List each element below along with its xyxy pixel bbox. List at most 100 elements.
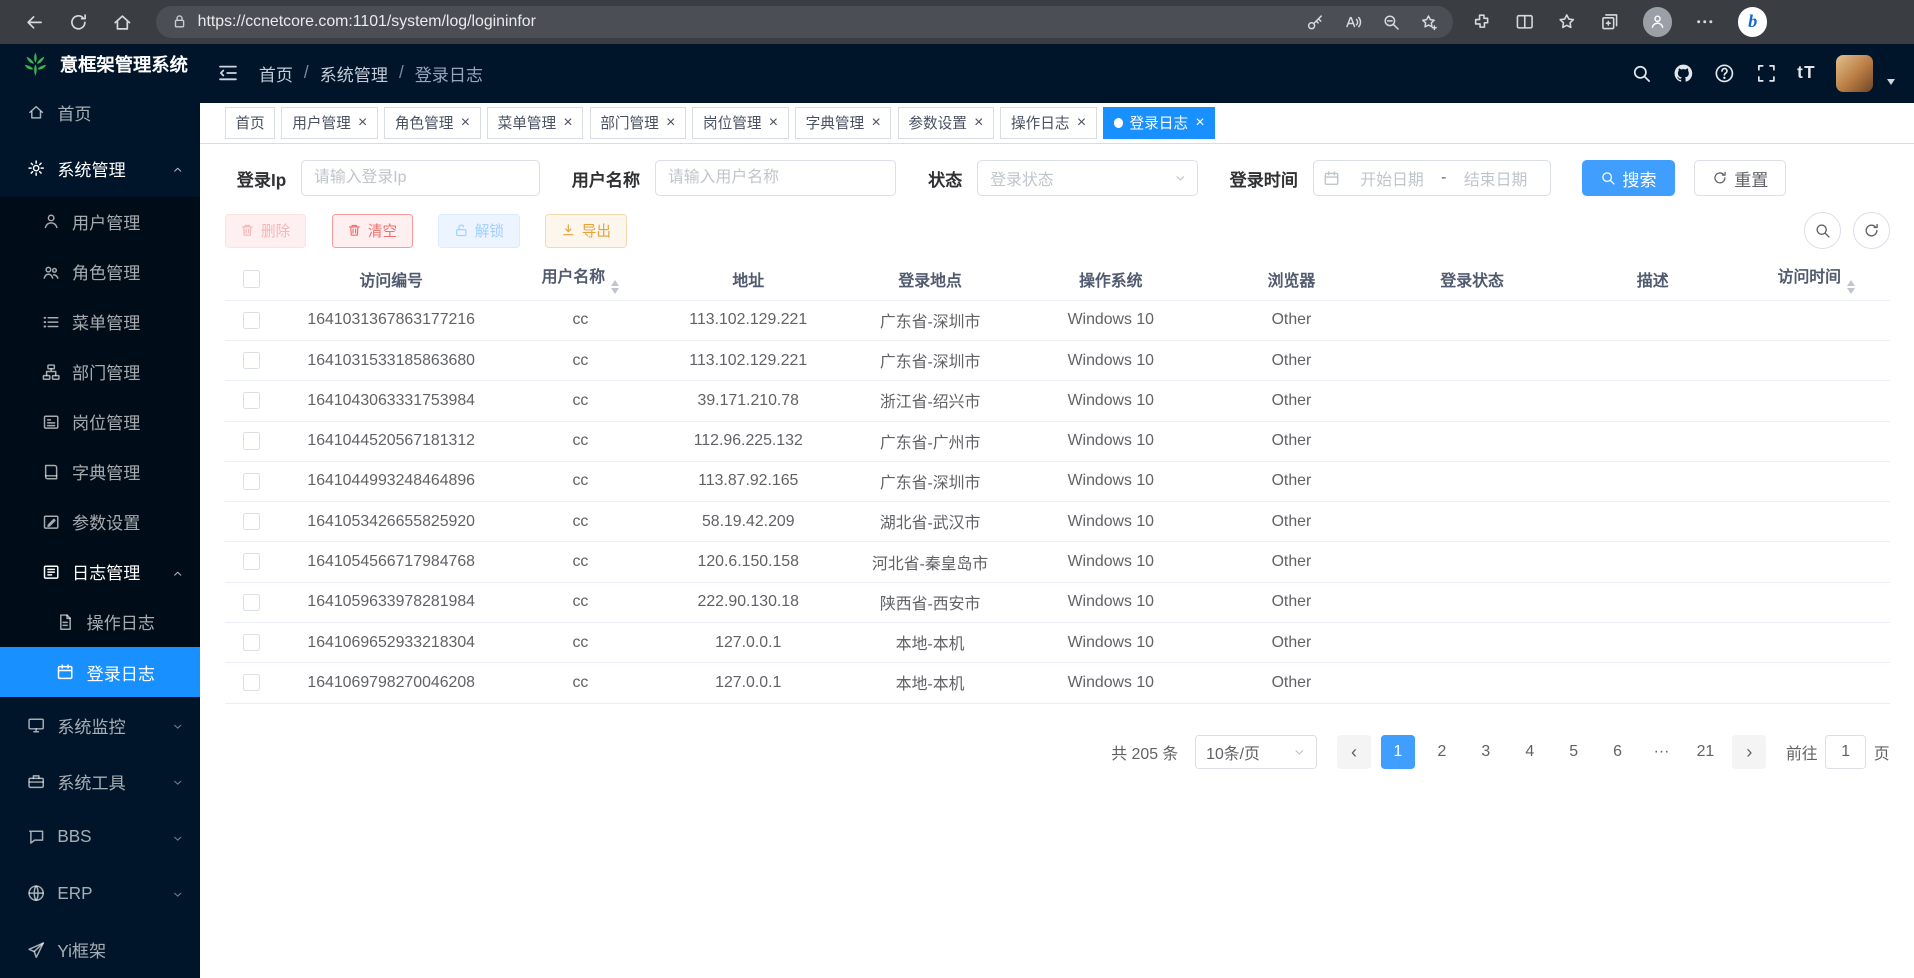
sidebar-item-operation-log[interactable]: 操作日志 <box>0 597 200 647</box>
more-icon[interactable] <box>1695 12 1715 32</box>
sidebar-item-erp[interactable]: ERP <box>0 865 200 921</box>
sidebar-item-dept-management[interactable]: 部门管理 <box>0 347 200 397</box>
unlock-button[interactable]: 解锁 <box>438 214 519 248</box>
close-icon[interactable]: × <box>666 115 675 131</box>
profile-button[interactable] <box>1643 7 1672 36</box>
prev-page-button[interactable]: ‹ <box>1337 735 1371 769</box>
split-screen-icon[interactable] <box>1515 12 1535 32</box>
address-bar[interactable]: https://ccnetcore.com:1101/system/log/lo… <box>156 6 1452 38</box>
tab-0[interactable]: 首页 <box>225 107 276 139</box>
bing-icon[interactable]: b <box>1738 7 1767 36</box>
tab-2[interactable]: 角色管理× <box>384 107 481 139</box>
zoom-out-icon[interactable] <box>1382 13 1400 31</box>
row-checkbox[interactable] <box>243 432 260 449</box>
row-checkbox[interactable] <box>243 392 260 409</box>
next-page-button[interactable]: › <box>1732 735 1766 769</box>
tab-5[interactable]: 岗位管理× <box>692 107 789 139</box>
add-favorite-icon[interactable] <box>1420 13 1438 31</box>
user-avatar[interactable] <box>1836 55 1873 92</box>
fullscreen-icon[interactable] <box>1756 63 1777 84</box>
refresh-table-button[interactable] <box>1853 212 1890 249</box>
page-5-button[interactable]: 5 <box>1557 735 1591 769</box>
read-aloud-icon[interactable] <box>1344 13 1362 31</box>
sidebar-item-role-management[interactable]: 角色管理 <box>0 247 200 297</box>
breadcrumb-home[interactable]: 首页 <box>259 61 293 86</box>
font-size-icon[interactable]: tT <box>1797 63 1816 83</box>
close-icon[interactable]: × <box>358 115 367 131</box>
sidebar-item-param-settings[interactable]: 参数设置 <box>0 497 200 547</box>
search-button[interactable]: 搜索 <box>1582 160 1674 197</box>
toggle-search-button[interactable] <box>1804 212 1841 249</box>
sidebar-item-log-management[interactable]: 日志管理 <box>0 547 200 597</box>
close-icon[interactable]: × <box>769 115 778 131</box>
tab-4[interactable]: 部门管理× <box>590 107 687 139</box>
column-header-8[interactable]: 访问时间 <box>1743 259 1890 301</box>
help-icon[interactable] <box>1714 63 1735 84</box>
tab-9[interactable]: 登录日志× <box>1103 107 1215 139</box>
sidebar-item-system-monitor[interactable]: 系统监控 <box>0 697 200 753</box>
close-icon[interactable]: × <box>563 115 572 131</box>
row-checkbox[interactable] <box>243 473 260 490</box>
close-icon[interactable]: × <box>974 115 983 131</box>
delete-button[interactable]: 删除 <box>225 214 306 248</box>
sidebar-item-system-tools[interactable]: 系统工具 <box>0 753 200 809</box>
sidebar-item-login-log[interactable]: 登录日志 <box>0 647 200 697</box>
sidebar-item-yi-framework[interactable]: Yi框架 <box>0 922 200 978</box>
row-checkbox[interactable] <box>243 634 260 651</box>
status-select[interactable]: 登录状态 <box>977 160 1198 197</box>
goto-page-input[interactable] <box>1825 735 1867 769</box>
select-all-checkbox[interactable] <box>243 270 260 287</box>
row-checkbox[interactable] <box>243 513 260 530</box>
date-range-picker[interactable]: 开始日期 - 结束日期 <box>1313 160 1551 197</box>
close-icon[interactable]: × <box>871 115 880 131</box>
collections-icon[interactable] <box>1600 12 1620 32</box>
search-icon[interactable] <box>1631 63 1652 84</box>
favorites-icon[interactable] <box>1557 12 1577 32</box>
sidebar-item-user-management[interactable]: 用户管理 <box>0 197 200 247</box>
page-4-button[interactable]: 4 <box>1513 735 1547 769</box>
browser-home-button[interactable] <box>104 5 141 39</box>
extensions-icon[interactable] <box>1472 12 1492 32</box>
sidebar-item-dict-management[interactable]: 字典管理 <box>0 447 200 497</box>
sort-icon[interactable] <box>1847 280 1855 294</box>
sidebar-item-menu-management[interactable]: 菜单管理 <box>0 297 200 347</box>
row-checkbox[interactable] <box>243 594 260 611</box>
reset-button[interactable]: 重置 <box>1694 160 1786 197</box>
close-icon[interactable]: × <box>461 115 470 131</box>
user-name-input[interactable] <box>655 160 897 197</box>
column-header-1[interactable]: 用户名称 <box>504 259 657 301</box>
key-icon[interactable] <box>1306 13 1324 31</box>
page-6-button[interactable]: 6 <box>1600 735 1634 769</box>
more-pages-button[interactable]: ··· <box>1644 735 1678 769</box>
tab-3[interactable]: 菜单管理× <box>487 107 584 139</box>
close-icon[interactable]: × <box>1077 115 1086 131</box>
breadcrumb-system[interactable]: 系统管理 <box>320 61 388 86</box>
tab-6[interactable]: 字典管理× <box>795 107 892 139</box>
login-ip-input[interactable] <box>301 160 540 197</box>
row-checkbox[interactable] <box>243 674 260 691</box>
sidebar-item-home[interactable]: 首页 <box>0 84 200 140</box>
app-logo[interactable]: 意框架管理系统 <box>0 44 200 84</box>
sidebar-item-bbs[interactable]: BBS <box>0 809 200 865</box>
sidebar-item-post-management[interactable]: 岗位管理 <box>0 397 200 447</box>
page-size-select[interactable]: 10条/页 <box>1195 735 1317 769</box>
tab-8[interactable]: 操作日志× <box>1000 107 1097 139</box>
sidebar-toggle-icon[interactable] <box>217 62 239 84</box>
browser-refresh-button[interactable] <box>60 5 97 39</box>
row-checkbox[interactable] <box>243 352 260 369</box>
page-1-button[interactable]: 1 <box>1381 735 1415 769</box>
browser-back-button[interactable] <box>16 5 53 39</box>
github-icon[interactable] <box>1673 63 1694 84</box>
tab-1[interactable]: 用户管理× <box>281 107 378 139</box>
sort-icon[interactable] <box>611 280 619 294</box>
page-3-button[interactable]: 3 <box>1469 735 1503 769</box>
row-checkbox[interactable] <box>243 553 260 570</box>
sidebar-item-system-management[interactable]: 系统管理 <box>0 140 200 196</box>
row-checkbox[interactable] <box>243 312 260 329</box>
tab-7[interactable]: 参数设置× <box>898 107 995 139</box>
page-21-button[interactable]: 21 <box>1688 735 1722 769</box>
close-icon[interactable]: × <box>1195 115 1204 131</box>
export-button[interactable]: 导出 <box>545 214 626 248</box>
clear-button[interactable]: 清空 <box>332 214 413 248</box>
page-2-button[interactable]: 2 <box>1425 735 1459 769</box>
